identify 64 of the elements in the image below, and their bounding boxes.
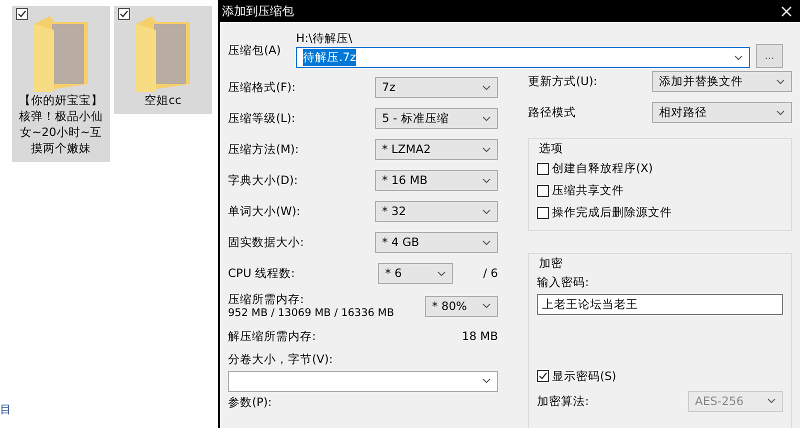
folder-item[interactable]: 【你的妍宝宝】核弹！极品小仙女~20小时~互摸两个嫩妹 [12, 6, 110, 162]
memory-value: 18 MB [462, 328, 498, 345]
field-label: 单词大小(W): [228, 203, 300, 220]
checkbox-label: 操作完成后删除源文件 [552, 204, 672, 221]
checkbox-label: 显示密码(S) [552, 368, 616, 385]
field-label: 压缩方法(M): [228, 141, 299, 158]
dropdown[interactable]: * 6 [378, 263, 454, 284]
checkbox[interactable] [537, 370, 549, 382]
volume-size-field[interactable] [228, 370, 498, 392]
folder-name: 空姐cc [144, 92, 182, 108]
field-label: 压缩格式(F): [228, 79, 296, 96]
archive-name-field[interactable]: 待解压.7z [296, 47, 750, 68]
field-label: 分卷大小，字节(V): [228, 351, 334, 368]
checkbox-label: 压缩共享文件 [552, 182, 624, 199]
dropdown[interactable]: * LZMA2 [375, 139, 498, 160]
window-title: 添加到压缩包 [222, 3, 294, 20]
caret-icon [482, 378, 491, 384]
dropdown[interactable]: * 4 GB [375, 232, 498, 254]
dropdown[interactable]: * 16 MB [375, 170, 498, 192]
thread-total: / 6 [483, 265, 498, 282]
dropdown[interactable]: 7z [375, 77, 498, 98]
dropdown[interactable]: 添加并替换文件 [652, 71, 792, 92]
checkbox[interactable] [118, 8, 130, 20]
checkbox[interactable] [16, 8, 28, 20]
folder-path: H:\待解压\ [296, 30, 354, 47]
field-label: 参数(P): [228, 394, 272, 411]
caret-icon [482, 178, 491, 184]
field-label: 加密算法: [537, 392, 589, 410]
field-label: 字典大小(D): [228, 172, 298, 190]
dropdown[interactable]: * 80% [425, 296, 498, 317]
field-label: 更新方式(U): [528, 72, 598, 90]
caret-icon [482, 116, 491, 122]
caret-icon [482, 303, 491, 310]
field-label: CPU 线程数: [228, 265, 295, 282]
close-icon[interactable] [781, 6, 792, 16]
caret-icon [776, 110, 785, 116]
caret-icon [734, 54, 743, 61]
dropdown[interactable]: 5 - 标准压缩 [375, 108, 498, 130]
caret-icon [482, 84, 491, 91]
folder-item[interactable]: 空姐cc [114, 6, 212, 114]
field-label: 解压缩所需内存: [228, 328, 316, 345]
checkbox-label: 创建自释放程序(X) [552, 160, 653, 177]
field-label: 固实数据大小: [228, 234, 304, 252]
field-label: 压缩等级(L): [228, 110, 296, 128]
field-label: 压缩所需内存: [228, 292, 305, 306]
checkbox[interactable] [537, 184, 549, 196]
caret-icon [482, 208, 491, 215]
field-label: 输入密码: [537, 274, 590, 291]
checkbox[interactable] [537, 162, 549, 174]
dropdown[interactable]: * 32 [375, 201, 498, 222]
field-label: 压缩包(A) [228, 42, 282, 59]
folder-name: 【你的妍宝宝】核弹！极品小仙女~20小时~互摸两个嫩妹 [18, 92, 104, 156]
status-text: 目 [0, 402, 12, 418]
caret-icon [482, 146, 491, 153]
caret-icon [776, 78, 785, 84]
caret-icon [767, 398, 776, 404]
password-field[interactable]: 上老王论坛当老王 [537, 294, 783, 316]
caret-icon [437, 270, 446, 277]
caret-icon [482, 240, 491, 246]
memory-usage: 952 MB / 13069 MB / 16336 MB [228, 306, 394, 320]
checkbox[interactable] [537, 206, 549, 218]
dropdown[interactable]: 相对路径 [652, 102, 792, 123]
browse-button[interactable]: ... [756, 44, 783, 68]
field-label: 路径模式 [528, 104, 576, 121]
